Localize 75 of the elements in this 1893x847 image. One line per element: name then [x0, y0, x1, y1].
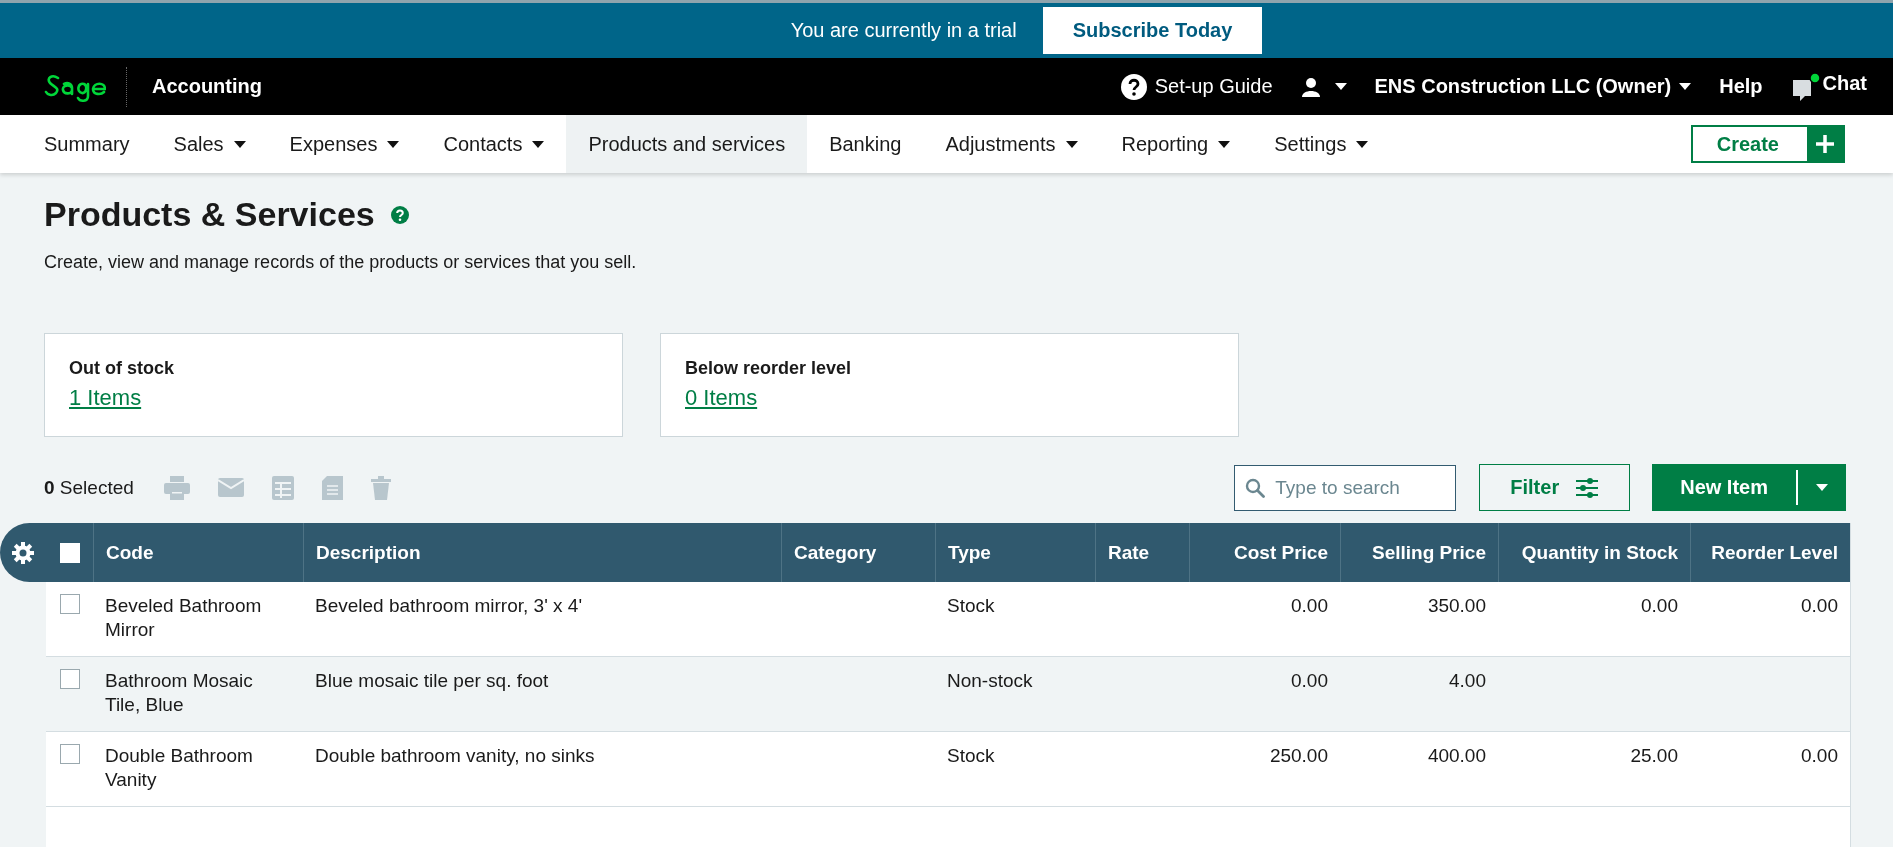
column-header[interactable]: Category — [794, 541, 877, 564]
nav-tab[interactable]: Sales — [151, 115, 268, 173]
trial-message: You are currently in a trial — [790, 18, 1017, 42]
selected-count: 0 Selected — [44, 476, 134, 499]
table-cell: Stock — [947, 744, 995, 768]
product-name: Accounting — [152, 75, 262, 99]
nav-tab[interactable]: Adjustments — [923, 115, 1100, 173]
create-button[interactable]: Create — [1690, 125, 1845, 164]
table-cell: 0.00 — [1801, 594, 1838, 618]
card-label: Below reorder level — [685, 358, 852, 379]
chat-button[interactable]: Chat — [1790, 71, 1867, 102]
user-menu-button[interactable] — [1300, 76, 1347, 97]
table-cell: 0.00 — [1291, 594, 1328, 618]
table-cell-text: Bathroom Mosaic Tile, Blue — [105, 669, 254, 717]
column-header[interactable]: Quantity in Stock — [1521, 541, 1678, 564]
column-header[interactable]: Cost Price — [1234, 541, 1328, 564]
column-header[interactable]: Code — [106, 541, 154, 564]
help-icon — [1120, 73, 1147, 100]
card-label: Out of stock — [69, 358, 174, 379]
row-checkbox[interactable] — [59, 669, 80, 689]
table-cell: Beveled bathroom mirror, 3' x 4' — [315, 594, 583, 618]
table-cell: 250.00 — [1269, 744, 1328, 768]
table-icon[interactable] — [271, 475, 294, 500]
filter-button[interactable]: Filter — [1479, 464, 1631, 511]
column-header[interactable]: Reorder Level — [1711, 541, 1838, 564]
nav-tab[interactable]: Reporting — [1099, 115, 1253, 173]
table-cell: 25.00 — [1630, 744, 1678, 768]
setup-guide-button[interactable]: Set-up Guide — [1120, 73, 1273, 100]
column-header[interactable]: Description — [316, 541, 421, 564]
table-cell: Stock — [947, 594, 995, 618]
table-cell: 0.00 — [1291, 669, 1328, 693]
page-subtitle: Create, view and manage records of the products or services that you sell. — [44, 252, 638, 273]
column-header[interactable]: Selling Price — [1371, 541, 1486, 564]
table-cell: 350.00 — [1427, 594, 1486, 618]
nav-tab[interactable]: Banking — [807, 115, 924, 173]
document-icon[interactable] — [321, 475, 343, 500]
user-icon — [1300, 76, 1321, 97]
table-cell: 400.00 — [1427, 744, 1486, 768]
items-link[interactable]: 0 Items — [685, 385, 758, 411]
items-link[interactable]: 1 Items — [69, 385, 142, 411]
caret-icon — [1679, 83, 1692, 91]
chat-icon — [1790, 71, 1821, 102]
help-link[interactable]: Help — [1719, 75, 1763, 99]
select-all-checkbox[interactable] — [59, 542, 80, 563]
table-cell: 0.00 — [1641, 594, 1678, 618]
plus-icon — [1807, 127, 1843, 162]
nav-tab[interactable]: Expenses — [267, 115, 422, 173]
subscribe-button[interactable]: Subscribe Today — [1042, 6, 1263, 54]
page-title: Products & Services — [44, 195, 375, 234]
column-header[interactable]: Rate — [1108, 541, 1150, 564]
table-cell: 0.00 — [1801, 744, 1838, 768]
help-icon[interactable] — [390, 205, 409, 224]
nav-tab[interactable]: Settings — [1252, 115, 1391, 173]
table-cell: Blue mosaic tile per sq. foot — [315, 669, 549, 693]
caret-icon — [1334, 83, 1347, 91]
nav-tab[interactable]: Summary — [44, 115, 152, 173]
nav-tab[interactable]: Contacts — [421, 115, 567, 173]
nav-tab[interactable]: Products and services — [566, 115, 808, 173]
search-field[interactable]: Type to search — [1234, 464, 1457, 511]
row-checkbox[interactable] — [59, 594, 80, 614]
table-cell-text: Double Bathroom Vanity — [105, 744, 254, 792]
table-cell: Non-stock — [947, 669, 1033, 693]
column-header[interactable]: Type — [948, 541, 991, 564]
table-cell: Double bathroom vanity, no sinks — [315, 744, 595, 768]
table-cell-text: Beveled Bathroom Mirror — [105, 594, 263, 642]
row-checkbox[interactable] — [59, 744, 80, 764]
table-cell: 4.00 — [1449, 669, 1486, 693]
caret-icon — [1816, 484, 1828, 491]
sliders-icon — [1575, 477, 1600, 498]
account-menu-button[interactable]: ENS Construction LLC (Owner) — [1374, 75, 1692, 99]
print-icon[interactable] — [163, 475, 190, 500]
email-icon[interactable] — [217, 478, 244, 497]
delete-icon[interactable] — [370, 475, 391, 500]
settings-icon — [12, 541, 34, 564]
settings-button[interactable] — [0, 523, 46, 582]
